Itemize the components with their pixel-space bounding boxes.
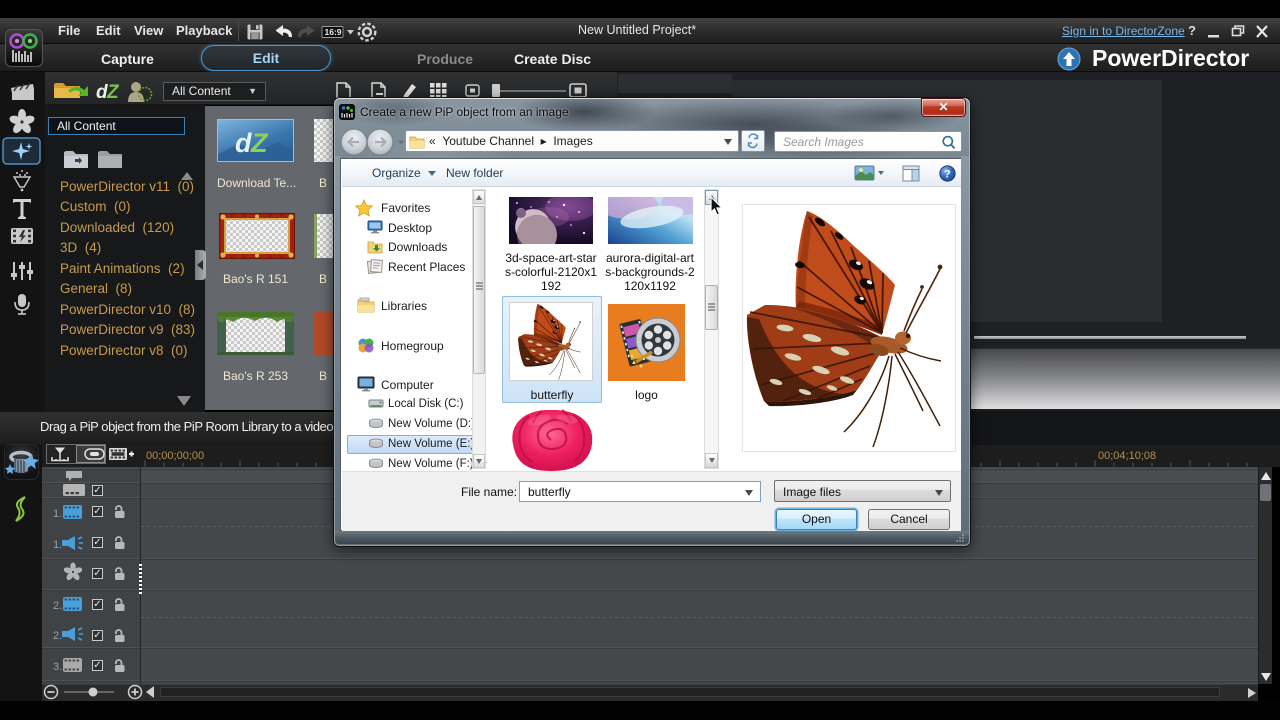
svg-text:1.: 1.: [53, 539, 62, 551]
svg-text:2.: 2.: [53, 600, 62, 612]
svg-text:3.: 3.: [53, 661, 62, 673]
svg-text:Z: Z: [106, 82, 120, 103]
svg-text:d: d: [235, 128, 252, 158]
svg-text:Z: Z: [250, 128, 269, 158]
svg-text:1.: 1.: [53, 508, 62, 520]
svg-text:PowerDirector: PowerDirector: [1092, 46, 1249, 71]
svg-text:16:9: 16:9: [325, 27, 342, 37]
svg-text:?: ?: [944, 169, 951, 181]
svg-text:2.: 2.: [53, 630, 62, 642]
